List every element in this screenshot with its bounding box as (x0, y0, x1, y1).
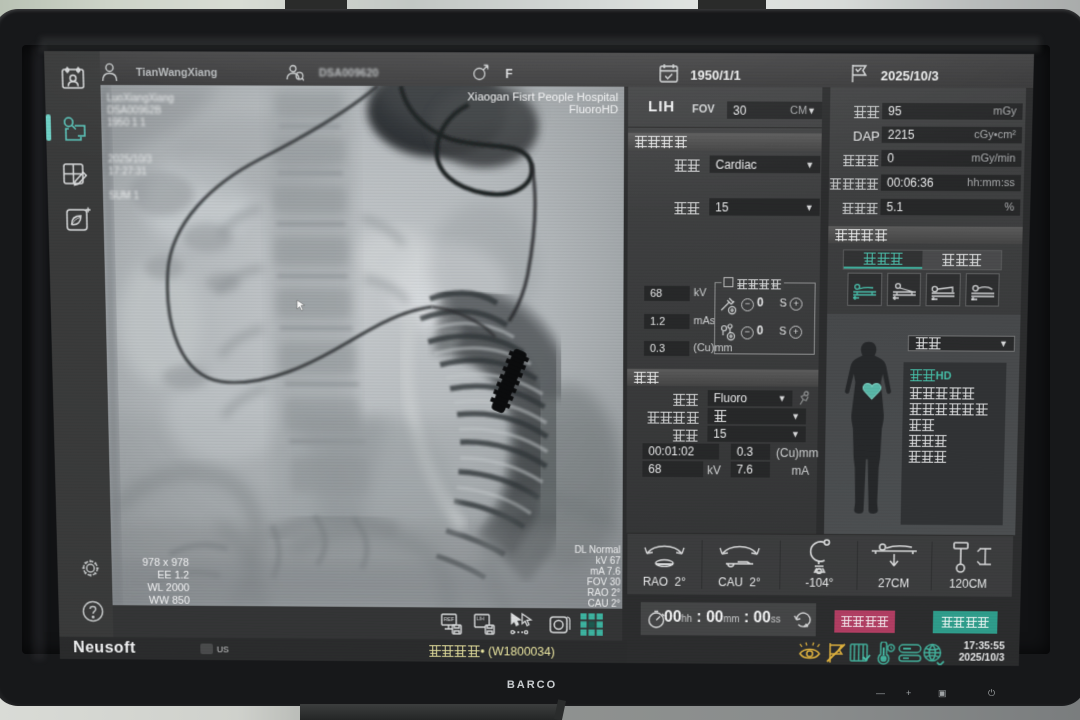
svg-text:RAO 2°: RAO 2° (587, 588, 620, 599)
svg-text:1950 1 1: 1950 1 1 (107, 118, 146, 129)
svg-text:DL Normal: DL Normal (574, 545, 620, 556)
svg-text:DSA00962B: DSA00962B (107, 105, 162, 116)
svg-text:CAU 2°: CAU 2° (588, 599, 621, 609)
svg-text:2025/10/3: 2025/10/3 (108, 154, 153, 165)
svg-text:978 x 978: 978 x 978 (142, 557, 189, 569)
svg-text:Xiaogan Fisrt People Hospital: Xiaogan Fisrt People Hospital (467, 90, 618, 104)
svg-text:mA 7.6: mA 7.6 (590, 567, 621, 578)
svg-text:17:27:31: 17:27:31 (108, 167, 147, 178)
svg-text:kV 67: kV 67 (596, 556, 621, 567)
svg-text:SUM 1: SUM 1 (109, 191, 140, 202)
svg-text:WL 2000: WL 2000 (147, 582, 189, 594)
svg-text:FluoroHD: FluoroHD (569, 103, 618, 116)
svg-text:EE 1.2: EE 1.2 (157, 570, 189, 582)
svg-text:LuoXiangXiang: LuoXiangXiang (107, 93, 174, 104)
svg-text:FOV 30: FOV 30 (587, 577, 621, 588)
svg-text:LIH: LIH (477, 617, 485, 623)
svg-text:REF: REF (444, 617, 455, 623)
